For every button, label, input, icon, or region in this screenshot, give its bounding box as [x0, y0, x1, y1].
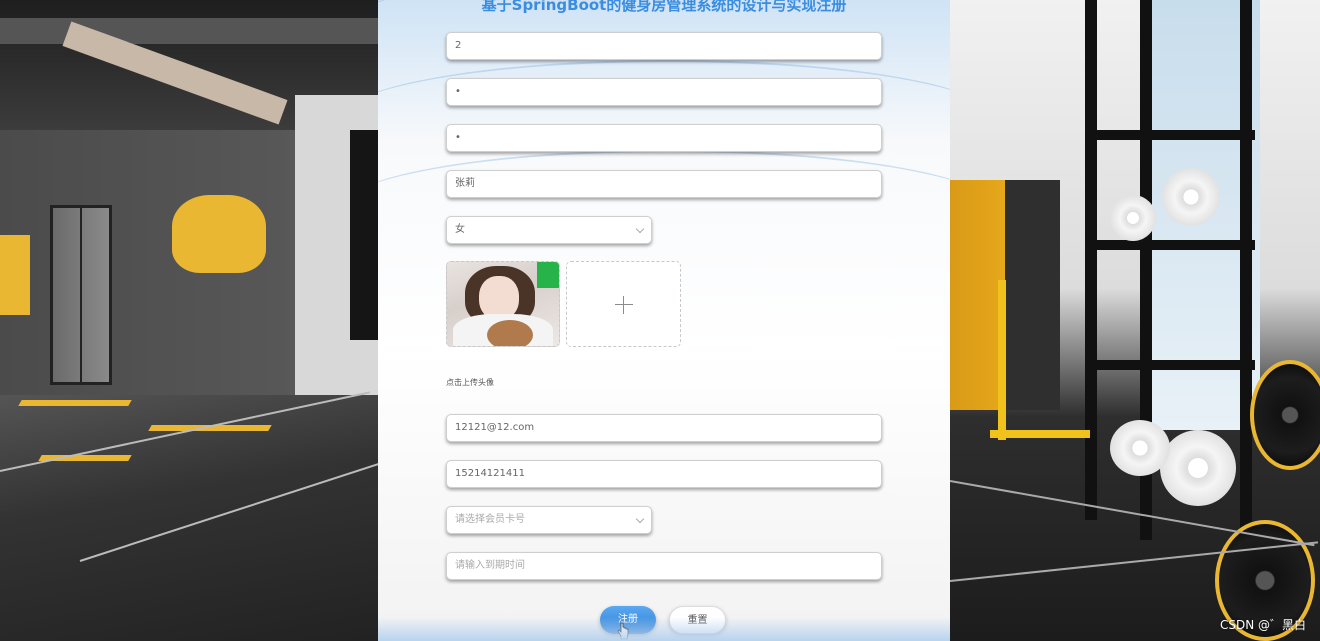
- confirm-password-input[interactable]: •: [446, 124, 882, 152]
- gender-value: 女: [455, 224, 465, 235]
- plus-icon: [615, 296, 633, 314]
- avatar-upload-button[interactable]: [566, 261, 681, 347]
- ceiling-beam: [0, 18, 378, 44]
- name-input[interactable]: 张莉: [446, 170, 882, 198]
- expire-date-input[interactable]: 请输入到期时间: [446, 552, 882, 580]
- upload-avatar-label: 点击上传头像: [446, 378, 494, 387]
- rack-shelf: [1085, 240, 1255, 250]
- wall-poster: [350, 130, 378, 340]
- gender-select[interactable]: 女: [446, 216, 652, 244]
- avatar-preview[interactable]: [446, 261, 560, 347]
- door-frame: [1005, 180, 1060, 410]
- machine-frame: [998, 280, 1006, 440]
- floor-stripe: [18, 400, 132, 406]
- account-input[interactable]: 2: [446, 32, 882, 60]
- email-input[interactable]: 12121@12.com: [446, 414, 882, 442]
- avatar-dog: [487, 320, 533, 346]
- weight-plate: [1160, 430, 1236, 506]
- machine-frame: [990, 430, 1090, 438]
- gym-sign: [0, 235, 30, 315]
- floor-line: [950, 480, 1315, 547]
- weight-plate: [1110, 195, 1156, 241]
- background-left-gym: [0, 0, 378, 641]
- floor: [0, 395, 378, 641]
- password-input[interactable]: •: [446, 78, 882, 106]
- weight-plate-black: [1250, 360, 1320, 470]
- register-panel: 基于SpringBoot的健身房管理系统的设计与实现注册 2 • • 张莉 女 …: [378, 0, 950, 641]
- member-card-select[interactable]: 请选择会员卡号: [446, 506, 652, 534]
- glass-door: [50, 205, 112, 385]
- background-right-gym: [950, 0, 1320, 641]
- weight-plate: [1110, 420, 1170, 476]
- page-title: 基于SpringBoot的健身房管理系统的设计与实现注册: [481, 0, 847, 14]
- rack-post: [1085, 0, 1097, 520]
- weight-plate: [1162, 168, 1220, 226]
- chevron-down-icon: [635, 224, 645, 234]
- watermark: CSDN @゛黑白: [1219, 618, 1306, 632]
- rack-shelf: [1085, 360, 1255, 370]
- rack-post: [1240, 0, 1252, 560]
- decor-bottom-wave: [378, 617, 950, 641]
- chevron-down-icon: [635, 514, 645, 524]
- gym-logo-icon: [172, 195, 266, 273]
- rack-shelf: [1085, 130, 1255, 140]
- avatar-bg: [537, 262, 559, 288]
- decor-swoosh: [378, 150, 950, 270]
- phone-input[interactable]: 15214121411: [446, 460, 882, 488]
- member-card-placeholder: 请选择会员卡号: [455, 514, 525, 525]
